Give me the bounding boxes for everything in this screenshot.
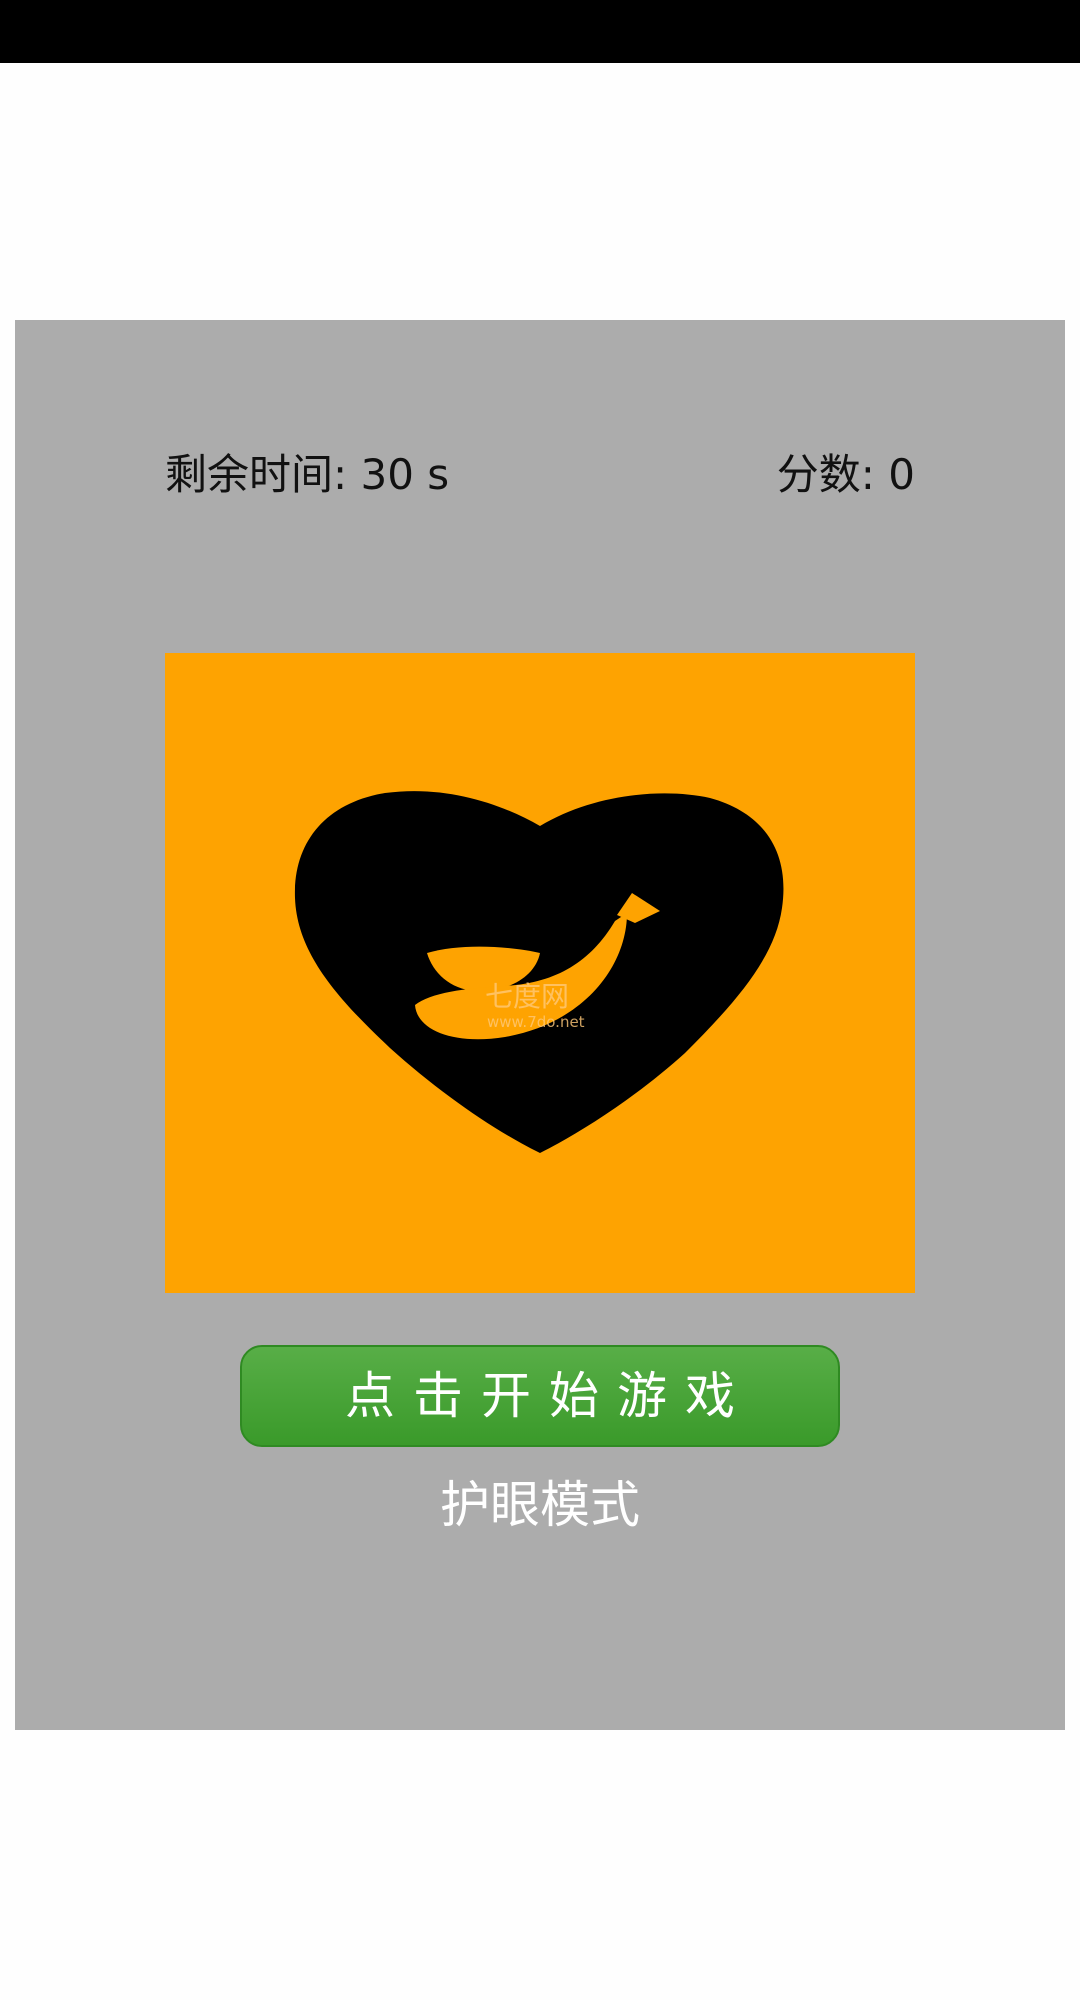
target-tile[interactable]: 七度网 www.7do.net (165, 653, 915, 1293)
eye-protection-mode-toggle[interactable]: 护眼模式 (15, 1470, 1065, 1540)
score-label: 分数: 0 (776, 450, 915, 499)
heart-banana-icon (294, 791, 784, 1153)
game-screen: 剩余时间: 30 s 分数: 0 七度网 www.7do.net 点击开始游戏 … (0, 0, 1080, 2000)
start-game-button[interactable]: 点击开始游戏 (240, 1345, 840, 1447)
time-remaining-label: 剩余时间: 30 s (165, 450, 450, 499)
game-panel: 剩余时间: 30 s 分数: 0 七度网 www.7do.net 点击开始游戏 … (15, 320, 1065, 1730)
status-bar (0, 0, 1080, 63)
heart-shape (294, 791, 784, 1153)
